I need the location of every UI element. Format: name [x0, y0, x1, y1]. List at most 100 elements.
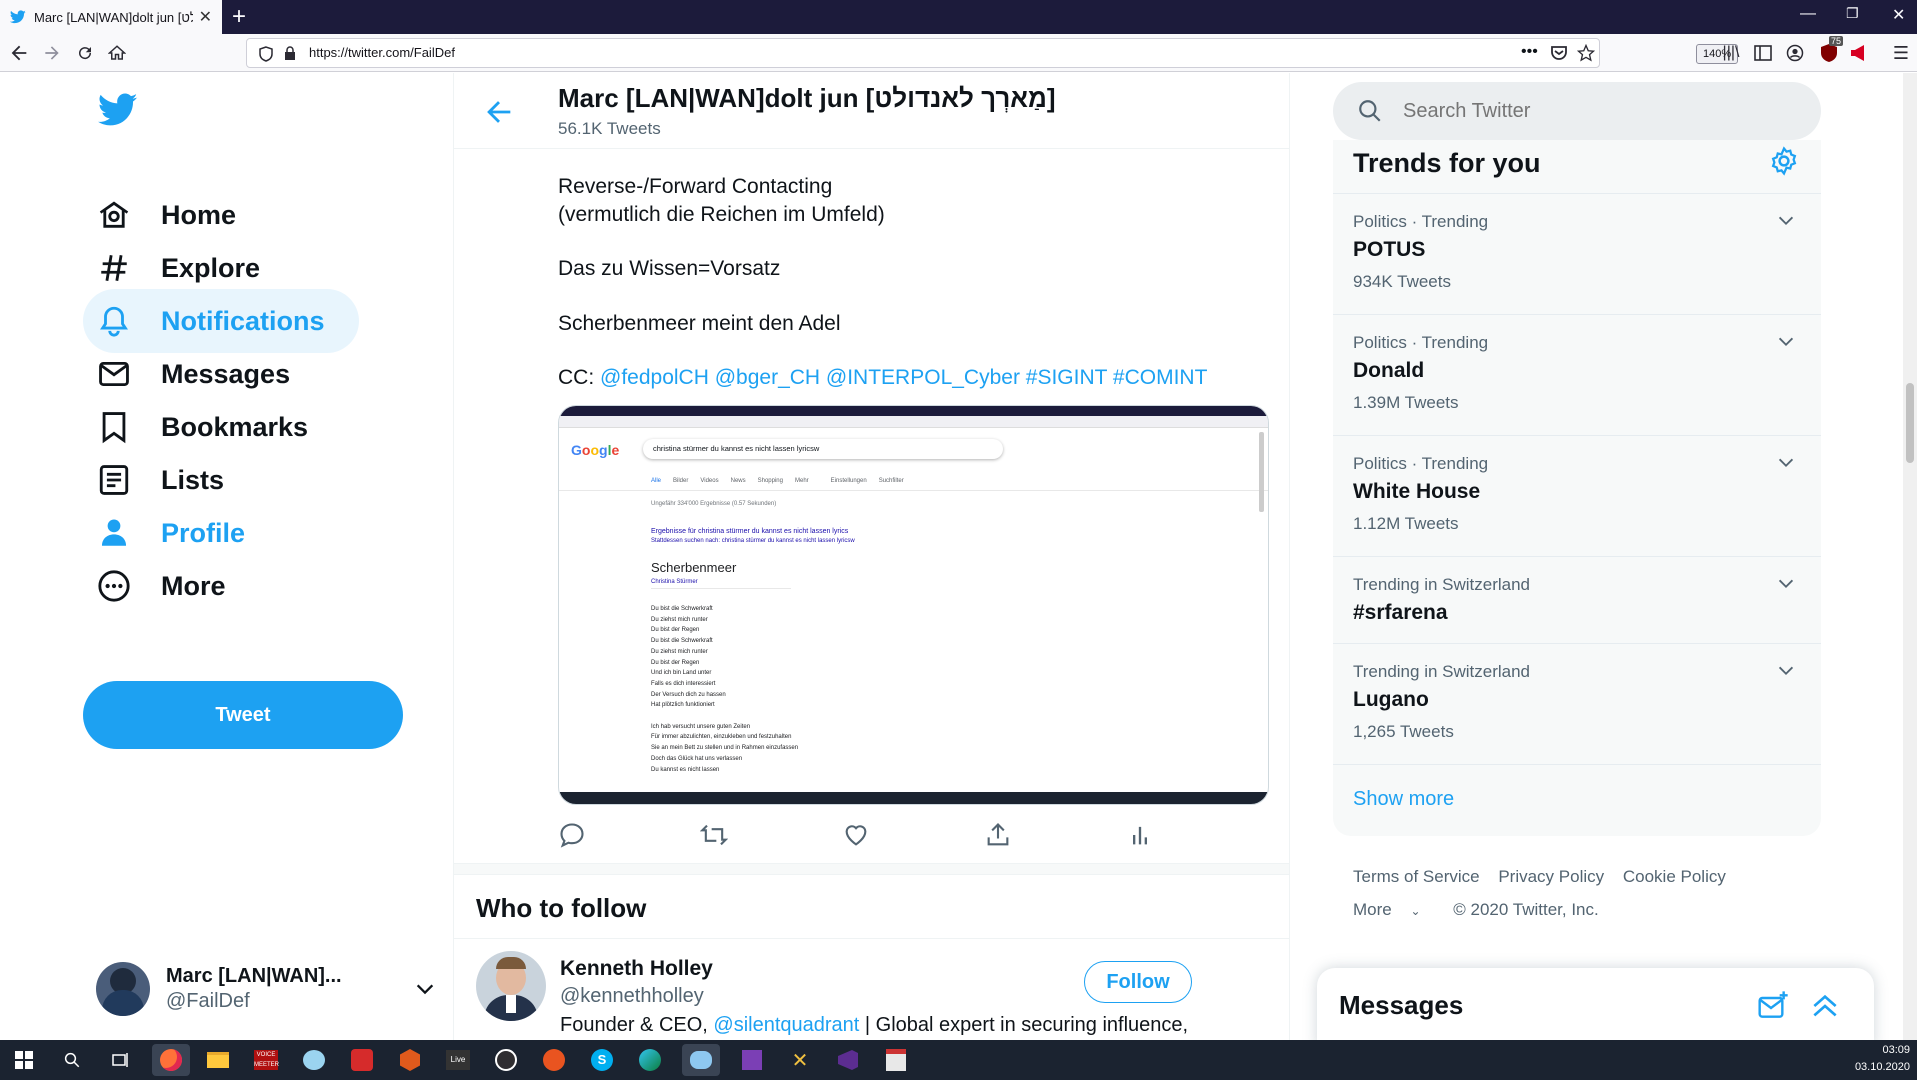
chevron-down-icon[interactable]	[1775, 331, 1797, 353]
account-icon[interactable]	[1782, 40, 1808, 66]
trend-name: White House	[1353, 480, 1481, 503]
back-icon[interactable]	[6, 40, 32, 66]
forward-icon[interactable]	[39, 40, 65, 66]
x-app-icon[interactable]: ✕	[784, 1044, 816, 1076]
library-icon[interactable]: |||\	[1718, 40, 1744, 66]
page-scrollbar[interactable]	[1903, 73, 1917, 1040]
task-view-icon[interactable]	[104, 1044, 136, 1076]
edge-icon[interactable]	[634, 1044, 666, 1076]
windows-start-icon[interactable]	[8, 1044, 40, 1076]
windows-taskbar: VOICE MEETER Live S ✕ 03:09 03.10.2020	[0, 1040, 1917, 1080]
lyric-line: Du bist die Schwerkraft	[651, 638, 713, 645]
window-close-icon[interactable]: ✕	[1892, 5, 1905, 25]
bio-mention-link[interactable]: @silentquadrant	[713, 1014, 859, 1036]
live-app-icon[interactable]: Live	[442, 1044, 474, 1076]
firefox-icon[interactable]	[152, 1044, 190, 1076]
sidebar-icon[interactable]	[1750, 40, 1776, 66]
embedded-artist: Christina Stürmer	[651, 579, 698, 585]
back-arrow-icon[interactable]	[482, 95, 516, 129]
nav-bookmarks-label: Bookmarks	[161, 411, 309, 442]
chevron-down-icon[interactable]	[1775, 210, 1797, 232]
trend-item[interactable]: Politics · Trending Donald 1.39M Tweets	[1333, 314, 1821, 435]
chevron-down-icon[interactable]	[1775, 573, 1797, 595]
messages-drawer[interactable]: Messages	[1317, 968, 1874, 1048]
tweet-button[interactable]: Tweet	[83, 681, 403, 749]
terms-link[interactable]: Terms of Service	[1353, 867, 1480, 886]
nav-more[interactable]: More	[83, 554, 260, 618]
megaphone-icon[interactable]	[1846, 40, 1872, 66]
trend-name: #srfarena	[1353, 601, 1448, 624]
list-icon	[99, 465, 129, 495]
chevron-down-icon[interactable]	[1775, 452, 1797, 474]
url-text[interactable]: https://twitter.com/FailDef	[309, 45, 455, 60]
cookie-link[interactable]: Cookie Policy	[1623, 867, 1726, 886]
share-icon[interactable]	[984, 821, 1012, 849]
cc-mentions-link[interactable]: @fedpolCH @bger_CH @INTERPOL_Cyber #SIGI…	[600, 366, 1207, 389]
search-taskbar-icon[interactable]	[56, 1044, 88, 1076]
minimize-icon[interactable]: —	[1800, 5, 1816, 23]
pocket-icon[interactable]	[1550, 45, 1568, 61]
voicemeeter-icon[interactable]: VOICE MEETER	[250, 1044, 282, 1076]
hexagon-app-icon[interactable]	[394, 1044, 426, 1076]
trend-item[interactable]: Politics · Trending White House 1.12M Tw…	[1333, 435, 1821, 556]
copyright: © 2020 Twitter, Inc.	[1453, 900, 1599, 919]
chat-app-icon[interactable]	[298, 1044, 330, 1076]
address-bar[interactable]: https://twitter.com/FailDef 140% •••	[246, 38, 1739, 68]
privacy-link[interactable]: Privacy Policy	[1498, 867, 1604, 886]
file-explorer-icon[interactable]	[202, 1044, 234, 1076]
ubuntu-icon[interactable]	[538, 1044, 570, 1076]
trend-item[interactable]: Trending in Switzerland #srfarena	[1333, 556, 1821, 643]
suggestion-avatar[interactable]	[476, 951, 546, 1021]
restore-icon[interactable]: ❐	[1846, 5, 1859, 22]
tab-close-icon[interactable]: ✕	[199, 7, 212, 27]
bookmark-star-icon[interactable]	[1577, 44, 1595, 62]
menu-hamburger-icon[interactable]: ☰	[1888, 40, 1914, 66]
shield-icon[interactable]	[259, 46, 273, 62]
document-app-icon[interactable]	[880, 1044, 912, 1076]
chevron-down-icon[interactable]	[414, 978, 436, 1000]
reload-icon[interactable]	[72, 40, 98, 66]
tweet-text: Reverse-/Forward Contacting (vermutlich …	[558, 173, 1258, 392]
account-switcher[interactable]: Marc [LAN|WAN]... @FailDef	[96, 953, 436, 1025]
skype-icon[interactable]: S	[586, 1044, 618, 1076]
browser-nav-bar: https://twitter.com/FailDef 140% ••• |||…	[0, 34, 1917, 72]
like-icon[interactable]	[842, 821, 870, 849]
ublock-icon[interactable]: 75	[1816, 36, 1844, 66]
reply-icon[interactable]	[558, 821, 586, 849]
scrollbar-thumb[interactable]	[1906, 383, 1914, 463]
lyric-line: Hat plötzlich funktioniert	[651, 702, 715, 709]
tweet-media-image[interactable]: Google christina stürmer du kannst es ni…	[558, 405, 1269, 805]
page-actions-icon[interactable]: •••	[1521, 43, 1538, 61]
bell-icon	[100, 306, 128, 337]
expand-up-icon[interactable]	[1809, 990, 1841, 1022]
obs-icon[interactable]	[490, 1044, 522, 1076]
trend-item[interactable]: Trending in Switzerland Lugano 1,265 Twe…	[1333, 643, 1821, 764]
chevron-down-icon[interactable]	[1775, 660, 1797, 682]
suggestion-name[interactable]: Kenneth Holley	[560, 957, 713, 981]
new-tab-button[interactable]: +	[232, 4, 246, 30]
more-footer-link[interactable]: More ⌄	[1353, 900, 1435, 919]
follow-button[interactable]: Follow	[1084, 961, 1192, 1003]
analytics-icon[interactable]	[1126, 821, 1154, 849]
twitter-logo-icon[interactable]	[98, 93, 138, 127]
follow-suggestion[interactable]: Kenneth Holley @kennethholley Follow Fou…	[476, 951, 1276, 1040]
lyric-line: Du bist der Regen	[651, 659, 700, 666]
new-message-icon[interactable]	[1757, 990, 1789, 1022]
chat-bubble-app-icon[interactable]	[682, 1044, 720, 1076]
visual-studio-icon[interactable]	[832, 1044, 864, 1076]
browser-tab[interactable]: Marc [LAN|WAN]dolt jun [מַארְך לאנדולט] …	[0, 0, 222, 34]
trend-item[interactable]: Politics · Trending POTUS 934K Tweets	[1333, 193, 1821, 314]
purple-app-icon[interactable]	[736, 1044, 768, 1076]
lock-icon[interactable]	[284, 46, 296, 61]
gear-icon[interactable]	[1769, 146, 1799, 176]
hashtag-icon	[101, 255, 127, 281]
search-box[interactable]	[1333, 82, 1821, 140]
show-more-link[interactable]: Show more	[1353, 788, 1454, 811]
red-app-icon[interactable]	[346, 1044, 378, 1076]
search-input[interactable]	[1403, 99, 1803, 123]
system-clock[interactable]: 03:09 03.10.2020	[1844, 1042, 1910, 1076]
retweet-icon[interactable]	[700, 821, 728, 849]
home-browser-icon[interactable]	[104, 40, 130, 66]
section-divider	[454, 863, 1289, 875]
left-navigation: Home Explore Notifications Messages Book…	[0, 73, 452, 1040]
